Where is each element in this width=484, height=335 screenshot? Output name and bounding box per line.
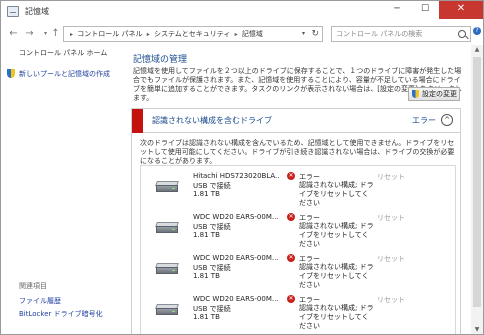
scroll-up-icon[interactable]: ▲ xyxy=(471,45,483,55)
chevron-right-icon[interactable]: ▸ xyxy=(147,28,150,42)
vertical-scrollbar[interactable]: ▲ ▼ xyxy=(471,45,483,334)
scrollbar-thumb[interactable] xyxy=(473,57,481,307)
hard-drive-icon xyxy=(155,263,179,275)
maximize-button[interactable]: ☐ xyxy=(411,1,439,19)
error-status-bar xyxy=(132,109,143,133)
breadcrumb-control-panel[interactable]: コントロール パネル xyxy=(77,27,142,41)
uac-shield-icon xyxy=(7,69,15,78)
unrecognized-drives-panel: 認識されない構成を含むドライブ エラー ^ 次のドライブは認識されない構成を含ん… xyxy=(131,108,461,334)
title-bar: 記憶域 ─ ☐ ✕ xyxy=(1,1,483,23)
drive-name: WDC WD20 EARS-00M... xyxy=(193,295,279,303)
drive-size: 1.81 TB xyxy=(193,272,220,280)
list-item: WDC WD20 EARS-00M... USB で接続 1.81 TB ✕ エ… xyxy=(141,252,457,289)
drive-message: 認識されない構成; ドライブをリセットしてください xyxy=(299,181,374,207)
error-icon: ✕ xyxy=(287,213,295,221)
drive-message: 認識されない構成; ドライブをリセットしてください xyxy=(299,222,374,248)
window-title: 記憶域 xyxy=(25,7,49,16)
address-dropdown-icon[interactable]: ▾ xyxy=(302,27,305,41)
list-item: Hitachi HDS723020BLA... USB で接続 1.81 TB … xyxy=(141,170,457,207)
file-history-link[interactable]: ファイル履歴 xyxy=(19,296,61,306)
panel-title: 認識されない構成を含むドライブ xyxy=(152,116,272,125)
drive-name: Hitachi HDS723020BLA... xyxy=(193,172,279,180)
sidebar: コントロール パネル ホーム 新しいプールと記憶域の作成 関連項目 ファイル履歴… xyxy=(1,45,123,334)
back-button[interactable]: ← xyxy=(7,27,20,41)
create-pool-link[interactable]: 新しいプールと記憶域の作成 xyxy=(19,69,110,79)
uac-shield-icon xyxy=(412,90,419,98)
error-icon: ✕ xyxy=(287,295,295,303)
refresh-icon[interactable]: ↻ xyxy=(311,27,319,41)
search-placeholder: コントロール パネルの検索 xyxy=(336,30,423,38)
panel-header[interactable]: 認識されない構成を含むドライブ エラー ^ xyxy=(132,109,460,133)
page-title: 記憶域の管理 xyxy=(133,55,188,65)
up-button[interactable]: ↑ xyxy=(49,27,62,41)
drive-list: Hitachi HDS723020BLA... USB で接続 1.81 TB … xyxy=(140,165,457,334)
bitlocker-link[interactable]: BitLocker ドライブ暗号化 xyxy=(19,309,103,319)
list-item: WDC WD20 EARS-00M... USB で接続 1.81 TB ✕ エ… xyxy=(141,293,457,330)
storage-spaces-window: 記憶域 ─ ☐ ✕ ← → ▾ ↑ ▸ コントロール パネル ▸ システムとセキ… xyxy=(0,0,484,335)
drive-message: 認識されない構成; ドライブをリセットしてください xyxy=(299,263,374,289)
reset-link[interactable]: リセット xyxy=(377,295,405,305)
change-settings-label: 設定の変更 xyxy=(422,90,457,98)
panel-description: 次のドライブは認識されない構成を含んでいるため、記憶域として使用できません。ドラ… xyxy=(140,139,455,165)
reset-link[interactable]: リセット xyxy=(377,213,405,223)
change-settings-button[interactable]: 設定の変更 xyxy=(408,87,460,101)
main-content: 記憶域の管理 記憶域を使用してファイルを２つ以上のドライブに保存することで、１つ… xyxy=(123,45,471,334)
reset-link[interactable]: リセット xyxy=(377,254,405,264)
drive-size: 1.81 TB xyxy=(193,313,220,321)
drive-message: 認識されない構成; ドライブをリセットしてください xyxy=(299,304,374,330)
hard-drive-icon xyxy=(155,181,179,193)
sidebar-home-link[interactable]: コントロール パネル ホーム xyxy=(19,48,107,58)
breadcrumb-root-chevron-icon[interactable]: ▸ xyxy=(70,28,73,42)
help-icon[interactable]: ? xyxy=(473,27,481,35)
reset-link[interactable]: リセット xyxy=(377,172,405,182)
drive-name: WDC WD20 EARS-00M... xyxy=(193,254,279,262)
forward-button[interactable]: → xyxy=(23,27,36,41)
breadcrumb: ▸ コントロール パネル ▸ システムとセキュリティ ▸ 記憶域 xyxy=(70,27,265,41)
hard-drive-icon xyxy=(155,304,179,316)
close-button[interactable]: ✕ xyxy=(439,1,483,19)
related-heading: 関連項目 xyxy=(19,282,47,290)
error-icon: ✕ xyxy=(287,172,295,180)
search-icon[interactable] xyxy=(458,30,466,38)
list-item: WDC WD20 EARS-00M... USB で接続 1.81 TB ✕ エ… xyxy=(141,211,457,248)
drive-size: 1.81 TB xyxy=(193,231,220,239)
panel-status: エラー xyxy=(412,116,436,125)
search-input[interactable]: コントロール パネルの検索 xyxy=(331,26,471,42)
drive-name: WDC WD20 EARS-00M... xyxy=(193,213,279,221)
window-icon xyxy=(7,6,19,17)
address-bar[interactable]: ▸ コントロール パネル ▸ システムとセキュリティ ▸ 記憶域 ▾ ↻ xyxy=(63,26,323,42)
chevron-right-icon[interactable]: ▸ xyxy=(235,28,238,42)
hard-drive-icon xyxy=(155,222,179,234)
address-bar-row: ← → ▾ ↑ ▸ コントロール パネル ▸ システムとセキュリティ ▸ 記憶域… xyxy=(1,23,483,45)
drive-size: 1.81 TB xyxy=(193,190,220,198)
breadcrumb-storage-spaces[interactable]: 記憶域 xyxy=(242,27,263,41)
scroll-down-icon[interactable]: ▼ xyxy=(471,325,483,334)
error-icon: ✕ xyxy=(287,254,295,262)
breadcrumb-system-security[interactable]: システムとセキュリティ xyxy=(154,27,230,41)
collapse-chevron-icon[interactable]: ^ xyxy=(441,114,453,126)
minimize-button[interactable]: ─ xyxy=(383,1,411,19)
